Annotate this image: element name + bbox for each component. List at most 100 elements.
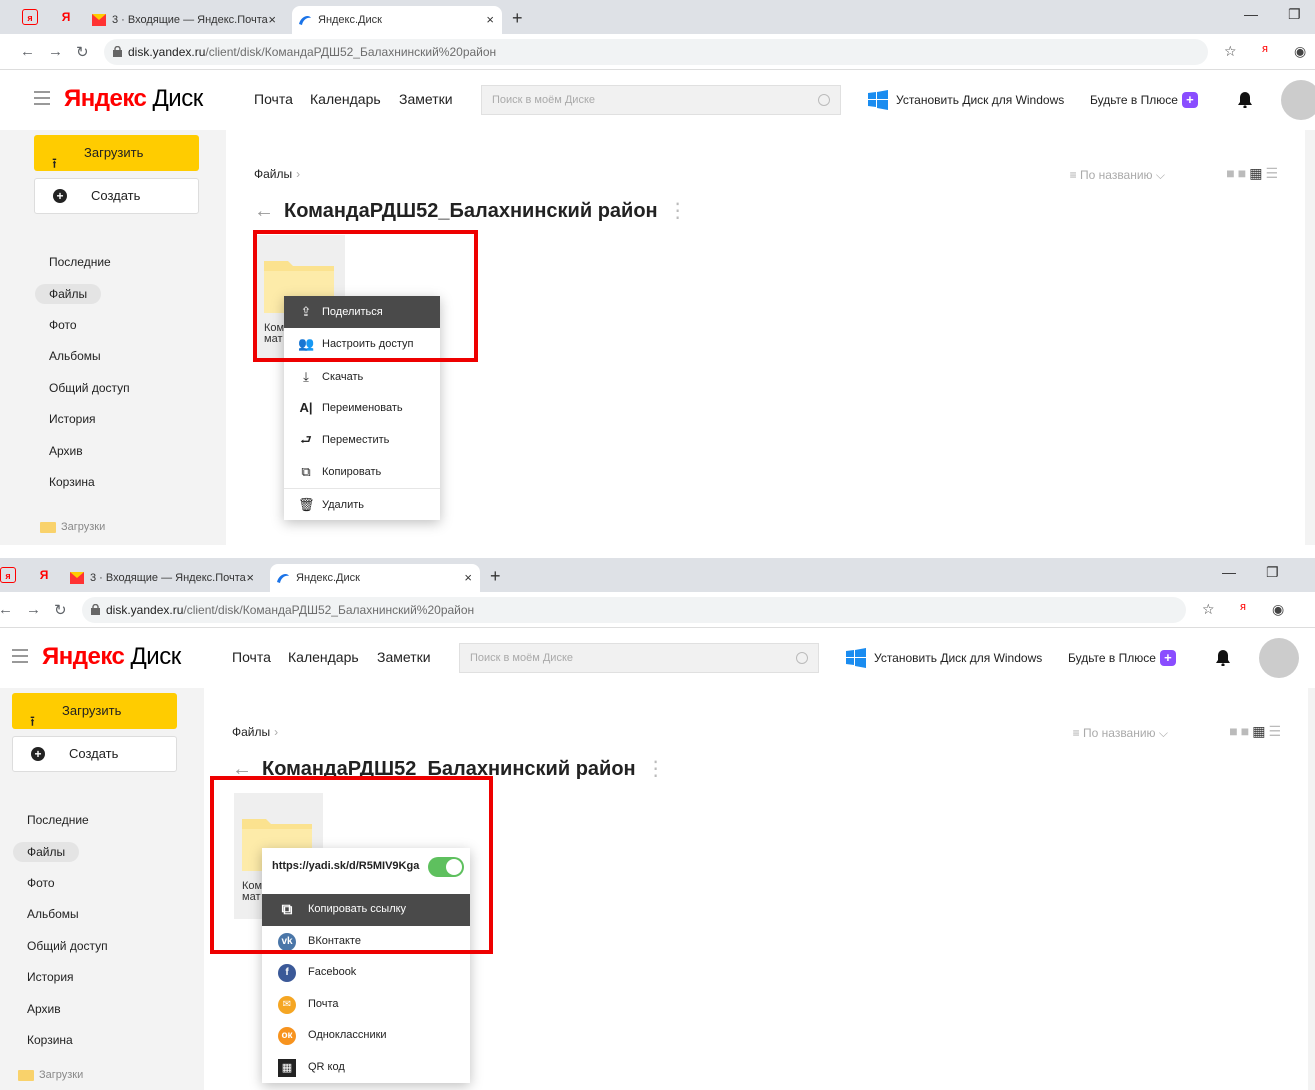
new-tab-button[interactable]: + — [490, 564, 501, 588]
search-input[interactable]: Поиск в моём Диске — [481, 85, 841, 115]
avatar[interactable] — [1281, 80, 1315, 120]
tab-close-icon[interactable]: × — [464, 564, 472, 592]
share-item-mail[interactable]: ✉ Почта — [262, 989, 470, 1021]
nav-calendar[interactable]: Календарь — [310, 91, 381, 107]
sidebar-item-archive[interactable]: Архив — [49, 444, 83, 458]
sort-dropdown[interactable]: ≡ По названию ⌵ — [1070, 168, 1165, 183]
menu-icon[interactable] — [34, 91, 50, 109]
menu-item-delete[interactable]: 🗑 Удалить — [284, 488, 440, 520]
tab-close-icon[interactable]: × — [246, 564, 254, 592]
reload-icon[interactable]: ↻ — [76, 43, 89, 61]
list-icon[interactable]: ☰ — [1268, 723, 1284, 739]
address-bar[interactable]: disk.yandex.ru/client/disk/КомандаРДШ52_… — [82, 597, 1186, 623]
tiles-icon[interactable]: ▦ — [1249, 165, 1265, 181]
sidebar-item-photo[interactable]: Фото — [49, 318, 77, 332]
forward-icon[interactable]: → — [48, 43, 63, 60]
menu-item-copy[interactable]: ⧉ Копировать — [284, 456, 440, 488]
sidebar-item-files[interactable]: Файлы — [35, 284, 102, 304]
sidebar-item-photo[interactable]: Фото — [27, 876, 55, 890]
share-item-facebook[interactable]: f Facebook — [262, 957, 470, 989]
sidebar-item-trash[interactable]: Корзина — [27, 1033, 73, 1047]
profile-icon[interactable]: ◉ — [1272, 601, 1284, 618]
tab-disk[interactable]: Яндекс.Диск × — [270, 564, 480, 592]
avatar[interactable] — [1259, 638, 1299, 678]
upload-button[interactable]: ⭱ Загрузить — [12, 693, 177, 729]
sidebar-item-albums[interactable]: Альбомы — [27, 907, 79, 921]
yandex-pinned-tab[interactable]: Я — [58, 9, 74, 25]
sort-dropdown[interactable]: ≡ По названию ⌵ — [1073, 726, 1168, 741]
plus-link[interactable]: Будьте в Плюсе + — [1090, 92, 1198, 108]
restore-icon[interactable]: ❐ — [1288, 6, 1301, 23]
tab-close-icon[interactable]: × — [486, 6, 494, 34]
more-icon[interactable]: ⋮ — [668, 200, 688, 222]
create-button[interactable]: + Создать — [34, 178, 199, 214]
sidebar-item-archive[interactable]: Архив — [27, 1002, 61, 1016]
profile-icon[interactable]: ◉ — [1294, 43, 1306, 60]
search-icon[interactable] — [818, 94, 830, 106]
nav-notes[interactable]: Заметки — [377, 649, 431, 665]
list-icon[interactable]: ☰ — [1265, 165, 1281, 181]
install-windows-link[interactable]: Установить Диск для Windows — [868, 90, 1064, 110]
bell-icon[interactable] — [1216, 650, 1230, 666]
minimize-icon[interactable]: — — [1222, 564, 1236, 580]
menu-item-rename[interactable]: A| Переименовать — [284, 392, 440, 424]
tab-mail[interactable]: 3 · Входящие — Яндекс.Почта × — [64, 564, 262, 592]
back-icon[interactable]: ← — [0, 601, 13, 618]
sidebar-item-shared[interactable]: Общий доступ — [49, 381, 130, 395]
sidebar-item-history[interactable]: История — [27, 970, 74, 984]
large-tiles-icon[interactable]: ■■ — [1229, 723, 1252, 739]
back-icon[interactable]: ← — [20, 43, 35, 60]
reload-icon[interactable]: ↻ — [54, 601, 67, 619]
sidebar-item-shared[interactable]: Общий доступ — [27, 939, 108, 953]
bell-icon[interactable] — [1238, 92, 1252, 108]
bookmark-star-icon[interactable]: ☆ — [1202, 601, 1215, 618]
share-item-qr[interactable]: ▦ QR код — [262, 1052, 470, 1084]
create-button[interactable]: + Создать — [12, 736, 177, 772]
sidebar-folder-downloads[interactable]: Загрузки — [40, 521, 105, 533]
sidebar-item-history[interactable]: История — [49, 412, 96, 426]
nav-mail[interactable]: Почта — [254, 91, 293, 107]
nav-notes[interactable]: Заметки — [399, 91, 453, 107]
search-input[interactable]: Поиск в моём Диске — [459, 643, 819, 673]
restore-icon[interactable]: ❐ — [1266, 564, 1279, 581]
install-windows-link[interactable]: Установить Диск для Windows — [846, 648, 1042, 668]
plus-link[interactable]: Будьте в Плюсе + — [1068, 650, 1176, 666]
sidebar-item-recent[interactable]: Последние — [49, 255, 111, 269]
yandex-app-icon[interactable]: я — [0, 567, 16, 583]
sidebar-item-recent[interactable]: Последние — [27, 813, 89, 827]
tab-mail[interactable]: 3 · Входящие — Яндекс.Почта × — [86, 6, 284, 34]
yandex-extension-icon[interactable]: я — [1262, 43, 1268, 55]
sidebar-folder-downloads[interactable]: Загрузки — [18, 1069, 83, 1081]
view-switcher[interactable]: ■■▦☰ — [1229, 723, 1284, 740]
yandex-pinned-tab[interactable]: Я — [36, 567, 52, 583]
nav-calendar[interactable]: Календарь — [288, 649, 359, 665]
yandex-app-icon[interactable]: я — [22, 9, 38, 25]
tiles-icon[interactable]: ▦ — [1252, 723, 1268, 739]
disk-logo[interactable]: Яндекс Диск — [64, 85, 203, 113]
tab-disk[interactable]: Яндекс.Диск × — [292, 6, 502, 34]
breadcrumb[interactable]: Файлы › — [232, 725, 278, 739]
menu-icon[interactable] — [12, 649, 28, 667]
back-arrow-icon[interactable]: ← — [254, 200, 274, 222]
minimize-icon[interactable]: — — [1244, 6, 1258, 22]
tab-close-icon[interactable]: × — [268, 6, 276, 34]
view-switcher[interactable]: ■■▦☰ — [1226, 165, 1281, 182]
disk-logo[interactable]: Яндекс Диск — [42, 643, 181, 671]
more-icon[interactable]: ⋮ — [646, 758, 666, 780]
sidebar-item-trash[interactable]: Корзина — [49, 475, 95, 489]
large-tiles-icon[interactable]: ■■ — [1226, 165, 1249, 181]
share-item-ok[interactable]: ок Одноклассники — [262, 1020, 470, 1052]
forward-icon[interactable]: → — [26, 601, 41, 618]
menu-item-download[interactable]: ⤓ Скачать — [284, 360, 440, 392]
sidebar-item-albums[interactable]: Альбомы — [49, 349, 101, 363]
bookmark-star-icon[interactable]: ☆ — [1224, 43, 1237, 60]
search-icon[interactable] — [796, 652, 808, 664]
address-bar[interactable]: disk.yandex.ru/client/disk/КомандаРДШ52_… — [104, 39, 1208, 65]
menu-item-move[interactable]: ⮐ Переместить — [284, 424, 440, 456]
breadcrumb[interactable]: Файлы › — [254, 167, 300, 181]
yandex-extension-icon[interactable]: я — [1240, 601, 1246, 613]
upload-button[interactable]: ⭱ Загрузить — [34, 135, 199, 171]
nav-mail[interactable]: Почта — [232, 649, 271, 665]
sidebar-item-files[interactable]: Файлы — [13, 842, 80, 862]
new-tab-button[interactable]: + — [512, 6, 523, 30]
